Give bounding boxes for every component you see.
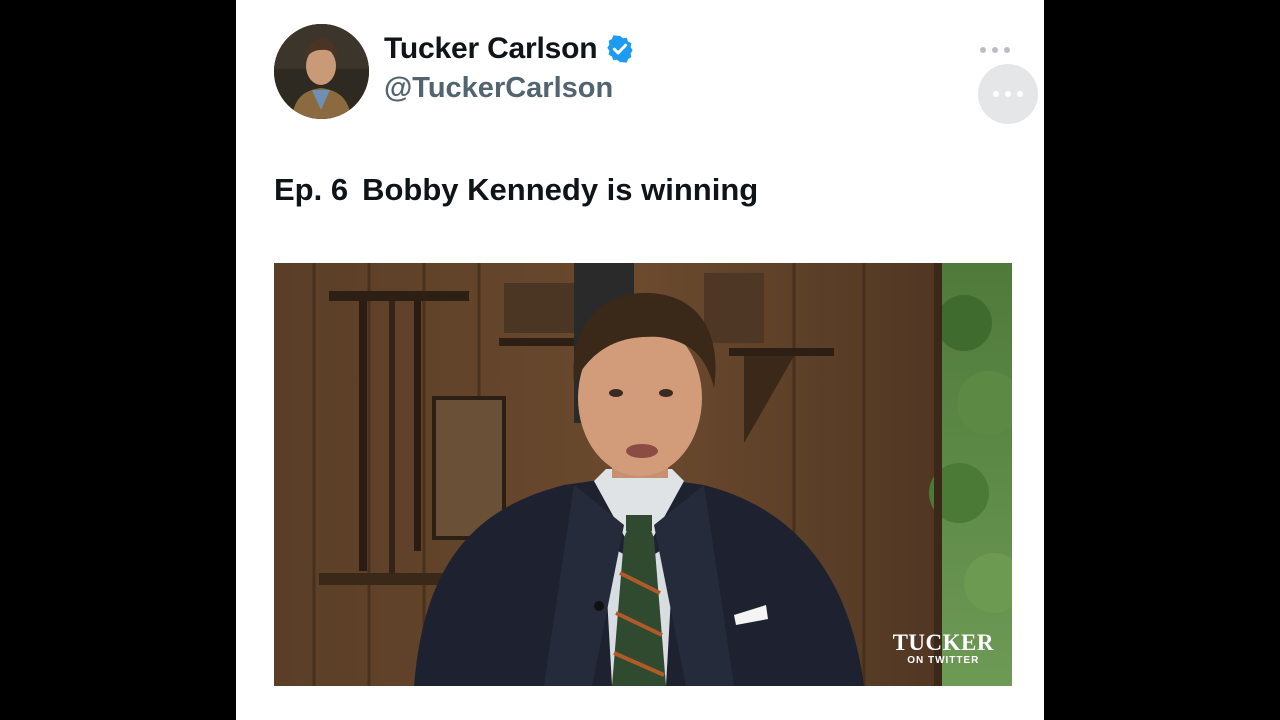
more-options-button[interactable] <box>978 64 1038 124</box>
dot <box>980 47 986 53</box>
dot <box>1017 91 1023 97</box>
author-display-name[interactable]: Tucker Carlson <box>384 32 635 66</box>
dot <box>993 91 999 97</box>
watermark-subtitle: ON TWITTER <box>907 655 980 666</box>
post-text: Ep. 6 Bobby Kennedy is winning <box>274 172 758 208</box>
video-frame <box>274 263 1012 686</box>
video-player[interactable]: TUCKER ON TWITTER <box>274 263 1012 686</box>
author-name-text: Tucker Carlson <box>384 32 598 65</box>
video-watermark: TUCKER ON TWITTER <box>892 630 994 667</box>
author-handle[interactable]: @TuckerCarlson <box>384 72 613 105</box>
episode-label: Ep. 6 <box>274 172 349 207</box>
tweet-card: Tucker Carlson @TuckerCarlson Ep. 6 Bobby… <box>236 0 1044 720</box>
episode-title: Bobby Kennedy is winning <box>362 172 759 207</box>
author-avatar[interactable] <box>274 24 369 119</box>
avatar-image <box>274 24 369 119</box>
verified-badge-icon <box>607 35 634 63</box>
dot <box>1004 47 1010 53</box>
dot <box>1005 91 1011 97</box>
more-options-icon[interactable] <box>980 40 1010 60</box>
dot <box>992 47 998 53</box>
watermark-title: TUCKER <box>892 630 994 655</box>
